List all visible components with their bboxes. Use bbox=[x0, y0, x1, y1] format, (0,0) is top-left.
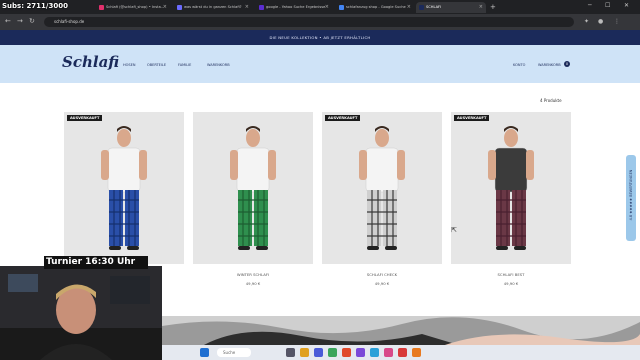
close-window-icon[interactable]: ✕ bbox=[624, 2, 629, 9]
tab-2[interactable]: was wärst du in ganzen Schlafi? × bbox=[174, 2, 252, 13]
site-icon bbox=[177, 4, 182, 10]
streamer-webcam-image bbox=[0, 266, 162, 360]
product-name[interactable]: SCHLAFI BEST bbox=[451, 272, 571, 277]
back-icon[interactable]: ← bbox=[5, 17, 11, 25]
extensions-icon[interactable]: ✦ bbox=[584, 18, 589, 25]
account-link[interactable]: KONTO bbox=[513, 63, 525, 67]
product-card[interactable]: AUSVERKAUFT bbox=[451, 112, 571, 264]
product-price: 49,90 € bbox=[245, 281, 261, 286]
task-view-icon[interactable] bbox=[286, 348, 295, 357]
taskbar-search[interactable]: Suche bbox=[217, 348, 251, 357]
address-bar[interactable]: schlafi-shop.de bbox=[44, 17, 574, 27]
mouse-cursor-icon: ⇱ bbox=[451, 226, 457, 234]
product-image bbox=[64, 112, 184, 264]
tab-3[interactable]: google - Yahoo Suche Ergebnisse × bbox=[256, 2, 332, 13]
sold-out-badge: AUSVERKAUFT bbox=[325, 115, 361, 121]
close-tab-icon[interactable]: × bbox=[407, 2, 411, 13]
product-card[interactable]: AUSVERKAUFT bbox=[322, 112, 442, 264]
app-icon[interactable] bbox=[412, 348, 421, 357]
google-icon bbox=[339, 4, 344, 10]
profile-icon[interactable]: ● bbox=[598, 18, 603, 25]
app-icon[interactable] bbox=[398, 348, 407, 357]
announcement-bar[interactable]: DIE NEUE KOLLEKTION • AB JETZT ERHÄLTLIC… bbox=[0, 30, 640, 45]
tab-4[interactable]: schlafanzug shop - Google Suche × bbox=[336, 2, 414, 13]
fabric-banner-image bbox=[162, 316, 640, 345]
tab-active[interactable]: SCHLAFI × bbox=[416, 2, 486, 13]
browser-toolbar: ← → ↻ schlafi-shop.de ✦ ● ⋮ bbox=[0, 14, 640, 30]
product-name[interactable]: WINTER SCHLAFI bbox=[193, 272, 313, 277]
close-tab-icon[interactable]: × bbox=[245, 2, 249, 13]
instagram-icon bbox=[99, 4, 104, 10]
reviews-side-tab[interactable]: 4.8 ★★★★★ BEWERTUNGEN bbox=[626, 155, 636, 241]
product-image bbox=[322, 112, 442, 264]
schlafi-icon bbox=[419, 4, 424, 10]
product-price: 49,90 € bbox=[503, 281, 519, 286]
forward-icon[interactable]: → bbox=[17, 17, 23, 25]
new-tab-button[interactable]: + bbox=[490, 2, 500, 13]
product-card[interactable] bbox=[193, 112, 313, 264]
cart-count-badge: 0 bbox=[564, 61, 570, 67]
reload-icon[interactable]: ↻ bbox=[29, 17, 35, 25]
close-tab-icon[interactable]: × bbox=[325, 2, 329, 13]
discord-icon[interactable] bbox=[314, 348, 323, 357]
browser-tab-bar: Schlafi (@schlafi_shop) • Insta... × was … bbox=[0, 0, 640, 14]
product-name[interactable]: SCHLAFI CHECK bbox=[322, 272, 442, 277]
webcam-overlay bbox=[0, 266, 162, 360]
twitch-icon[interactable] bbox=[356, 348, 365, 357]
tab-1[interactable]: Schlafi (@schlafi_shop) • Insta... × bbox=[96, 2, 170, 13]
tournament-overlay: Turnier 16:30 Uhr bbox=[44, 256, 148, 269]
minimize-icon[interactable]: ─ bbox=[588, 2, 592, 9]
cart-link[interactable]: WARENKORB bbox=[538, 63, 561, 67]
browser-icon[interactable] bbox=[342, 348, 351, 357]
product-image bbox=[193, 112, 313, 264]
file-explorer-icon[interactable] bbox=[300, 348, 309, 357]
sold-out-badge: AUSVERKAUFT bbox=[67, 115, 103, 121]
taskbar: Suche bbox=[162, 345, 640, 360]
product-card[interactable]: AUSVERKAUFT bbox=[64, 112, 184, 264]
sold-out-badge: AUSVERKAUFT bbox=[454, 115, 490, 121]
windows-start-icon[interactable] bbox=[200, 348, 209, 357]
site-logo[interactable]: Schlafi bbox=[62, 53, 119, 71]
spotify-icon[interactable] bbox=[328, 348, 337, 357]
nav-link-1[interactable]: HOSEN bbox=[123, 63, 135, 67]
yahoo-icon bbox=[259, 4, 264, 10]
product-image bbox=[451, 112, 571, 264]
site-header: Schlafi HOSEN OBERTEILE FAMILIE WARENKOR… bbox=[0, 45, 640, 83]
nav-link-4[interactable]: WARENKORB bbox=[207, 63, 230, 67]
product-price: 49,90 € bbox=[374, 281, 390, 286]
nav-link-3[interactable]: FAMILIE bbox=[178, 63, 191, 67]
close-tab-icon[interactable]: × bbox=[479, 2, 483, 13]
menu-icon[interactable]: ⋮ bbox=[614, 18, 620, 25]
product-count: 4 Produkte bbox=[540, 98, 562, 103]
app-icon[interactable] bbox=[370, 348, 379, 357]
app-icon[interactable] bbox=[384, 348, 393, 357]
subscriber-counter: Subs: 2711/3000 bbox=[2, 2, 68, 10]
promo-banner bbox=[162, 316, 640, 345]
close-tab-icon[interactable]: × bbox=[163, 2, 167, 13]
maximize-icon[interactable]: ☐ bbox=[605, 2, 610, 9]
nav-link-2[interactable]: OBERTEILE bbox=[147, 63, 166, 67]
